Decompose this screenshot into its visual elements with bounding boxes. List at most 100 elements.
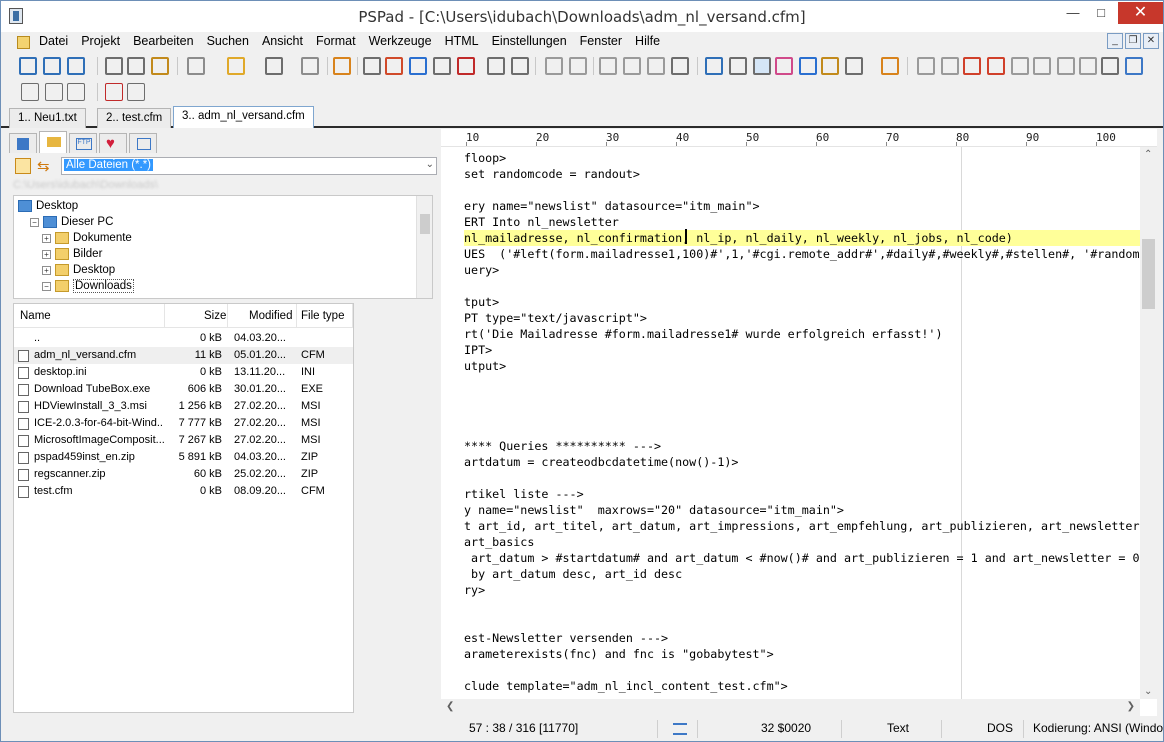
code-line[interactable]: IPT>	[464, 342, 492, 358]
expand-toggle-icon[interactable]: −	[30, 217, 39, 227]
expand-toggle-icon[interactable]: +	[42, 265, 51, 275]
tab-test-cfm[interactable]: 2.. test.cfm	[97, 108, 172, 128]
expand-toggle-icon[interactable]: −	[42, 281, 51, 291]
scroll-up-icon[interactable]: ⌃	[1144, 149, 1152, 160]
tree-item[interactable]: − Dieser PC	[30, 214, 113, 230]
cut-icon[interactable]	[599, 57, 617, 75]
panel-tab-projects[interactable]	[9, 133, 37, 153]
menu-werkzeuge[interactable]: Werkzeuge	[369, 34, 438, 48]
tree-item[interactable]: + Dokumente	[42, 230, 132, 246]
code-line[interactable]: ry>	[464, 582, 485, 598]
scroll-down-icon[interactable]: ⌄	[1144, 686, 1152, 697]
stop-icon[interactable]	[105, 83, 123, 101]
code-line[interactable]: art_basics	[464, 534, 534, 550]
undo-icon[interactable]	[545, 57, 563, 75]
hex-view-icon[interactable]	[127, 57, 145, 75]
code-line[interactable]: uery>	[464, 262, 499, 278]
code-line[interactable]: rt('Die Mailadresse #form.mailadresse1# …	[464, 326, 942, 342]
vertical-scroll-thumb[interactable]	[1142, 239, 1155, 309]
new-file-icon[interactable]	[19, 57, 37, 75]
file-row[interactable]: ICE-2.0.3-for-64-bit-Wind... 7 777 kB 27.0…	[14, 415, 353, 432]
line-wrap-icon[interactable]	[673, 723, 687, 735]
code-line[interactable]: artdatum = createodbcdatetime(now()-1)>	[464, 454, 738, 470]
mdi-restore-button[interactable]: ❐	[1125, 33, 1141, 49]
tree-scrollbar[interactable]	[416, 196, 432, 298]
search-replace-icon[interactable]	[385, 57, 403, 75]
menu-einstellungen[interactable]: Einstellungen	[492, 34, 573, 48]
search-icon[interactable]	[363, 57, 381, 75]
redo-icon[interactable]	[569, 57, 587, 75]
code-line[interactable]: arameterexists(fnc) and fnc is "gobabyte…	[464, 646, 774, 662]
menu-hilfe[interactable]: Hilfe	[635, 34, 666, 48]
expand-toggle-icon[interactable]: +	[42, 233, 51, 243]
code-editor[interactable]: 10 20 30 40 50 60 70 80 90 100 floop> set randomco…	[441, 129, 1157, 716]
google-icon[interactable]	[1125, 57, 1143, 75]
file-row[interactable]: regscanner.zip 60 kB 25.02.20... ZIP	[14, 466, 353, 483]
col-name[interactable]: Name	[20, 310, 51, 322]
file-row[interactable]: adm_nl_versand.cfm 11 kB 05.01.20... CFM	[14, 347, 353, 364]
open-file-icon[interactable]	[43, 57, 61, 75]
panel-tab-favorites[interactable]: ♥	[99, 133, 127, 153]
tree-item[interactable]: + Desktop	[42, 262, 115, 278]
code-area[interactable]: floop> set randomcode = randout> ery name=…	[464, 150, 1140, 710]
pilcrow-icon[interactable]	[729, 57, 747, 75]
panel-tab-files[interactable]	[39, 131, 67, 153]
mdi-close-button[interactable]: ✕	[1143, 33, 1159, 49]
menu-format[interactable]: Format	[316, 34, 362, 48]
col-modified[interactable]: Modified	[249, 310, 292, 322]
html-text-icon[interactable]	[1011, 57, 1029, 75]
file-row[interactable]: test.cfm 0 kB 08.09.20... CFM	[14, 483, 353, 500]
replace-icon[interactable]	[705, 57, 723, 75]
code-line[interactable]: t art_id, art_titel, art_datum, art_impr…	[464, 518, 1140, 534]
document-menu-icon[interactable]	[17, 36, 30, 49]
file-filter-select[interactable]: Alle Dateien (*.*) ⌄	[61, 157, 437, 175]
swap-icon[interactable]: ⇆	[37, 157, 50, 175]
code-line[interactable]: nl_mailadresse, nl_confirmation, nl_ip, …	[464, 230, 1140, 246]
preview-icon[interactable]	[487, 57, 505, 75]
search-files-icon[interactable]	[433, 57, 451, 75]
tag-icon[interactable]	[1033, 57, 1051, 75]
file-row[interactable]: desktop.ini 0 kB 13.11.20... INI	[14, 364, 353, 381]
save-icon[interactable]	[265, 57, 283, 75]
word-wrap-icon[interactable]	[753, 57, 771, 75]
panel-tab-ftp[interactable]: FTP	[69, 133, 97, 153]
menu-datei[interactable]: Datei	[39, 34, 74, 48]
col-size[interactable]: Size	[204, 310, 226, 322]
code-line[interactable]: est-Newsletter versenden --->	[464, 630, 668, 646]
file-row[interactable]: .. 0 kB 04.03.20...	[14, 330, 353, 347]
code-line[interactable]: clude template="adm_nl_incl_content_test…	[464, 678, 788, 694]
code-line[interactable]: ERT Into nl_newsletter	[464, 214, 619, 230]
tree-item[interactable]: − Downloads	[42, 278, 134, 294]
code-line[interactable]: PT type="text/javascript">	[464, 310, 647, 326]
menu-projekt[interactable]: Projekt	[81, 34, 126, 48]
code-line[interactable]: by art_datum desc, art_id desc	[464, 566, 682, 582]
settings-icon[interactable]	[151, 57, 169, 75]
file-row[interactable]: HDViewInstall_3_3.msi 1 256 kB 27.02.20...…	[14, 398, 353, 415]
save-all-icon[interactable]	[301, 57, 319, 75]
lock-icon[interactable]	[821, 57, 839, 75]
code-line[interactable]: rtikel liste --->	[464, 486, 584, 502]
tag-remove-icon[interactable]	[1057, 57, 1075, 75]
spell-color-icon[interactable]	[775, 57, 793, 75]
indent-icon[interactable]	[917, 57, 935, 75]
menu-fenster[interactable]: Fenster	[580, 34, 628, 48]
compare-icon[interactable]	[799, 57, 817, 75]
color-picker-icon[interactable]	[963, 57, 981, 75]
code-line[interactable]: set randomcode = randout>	[464, 166, 640, 182]
open-project-icon[interactable]	[67, 57, 85, 75]
menu-ansicht[interactable]: Ansicht	[262, 34, 309, 48]
tab-neu1[interactable]: 1.. Neu1.txt	[9, 108, 86, 128]
bookmark-icon[interactable]	[457, 57, 475, 75]
scroll-left-icon[interactable]: ❮	[446, 701, 454, 712]
vertical-scrollbar[interactable]: ⌃ ⌄	[1140, 147, 1157, 699]
new-document-icon[interactable]	[187, 57, 205, 75]
copy-icon[interactable]	[623, 57, 641, 75]
code-line[interactable]: y name="newslist" maxrows="20" datasourc…	[464, 502, 844, 518]
scroll-right-icon[interactable]: ❯	[1127, 701, 1135, 712]
refresh-icon[interactable]	[15, 158, 31, 174]
tab-adm-nl-versand[interactable]: 3.. adm_nl_versand.cfm	[173, 106, 314, 128]
panel-tab-open-files[interactable]	[129, 133, 157, 153]
tree-item[interactable]: + Bilder	[42, 246, 102, 262]
delete-icon[interactable]	[671, 57, 689, 75]
binary-icon[interactable]	[45, 83, 63, 101]
